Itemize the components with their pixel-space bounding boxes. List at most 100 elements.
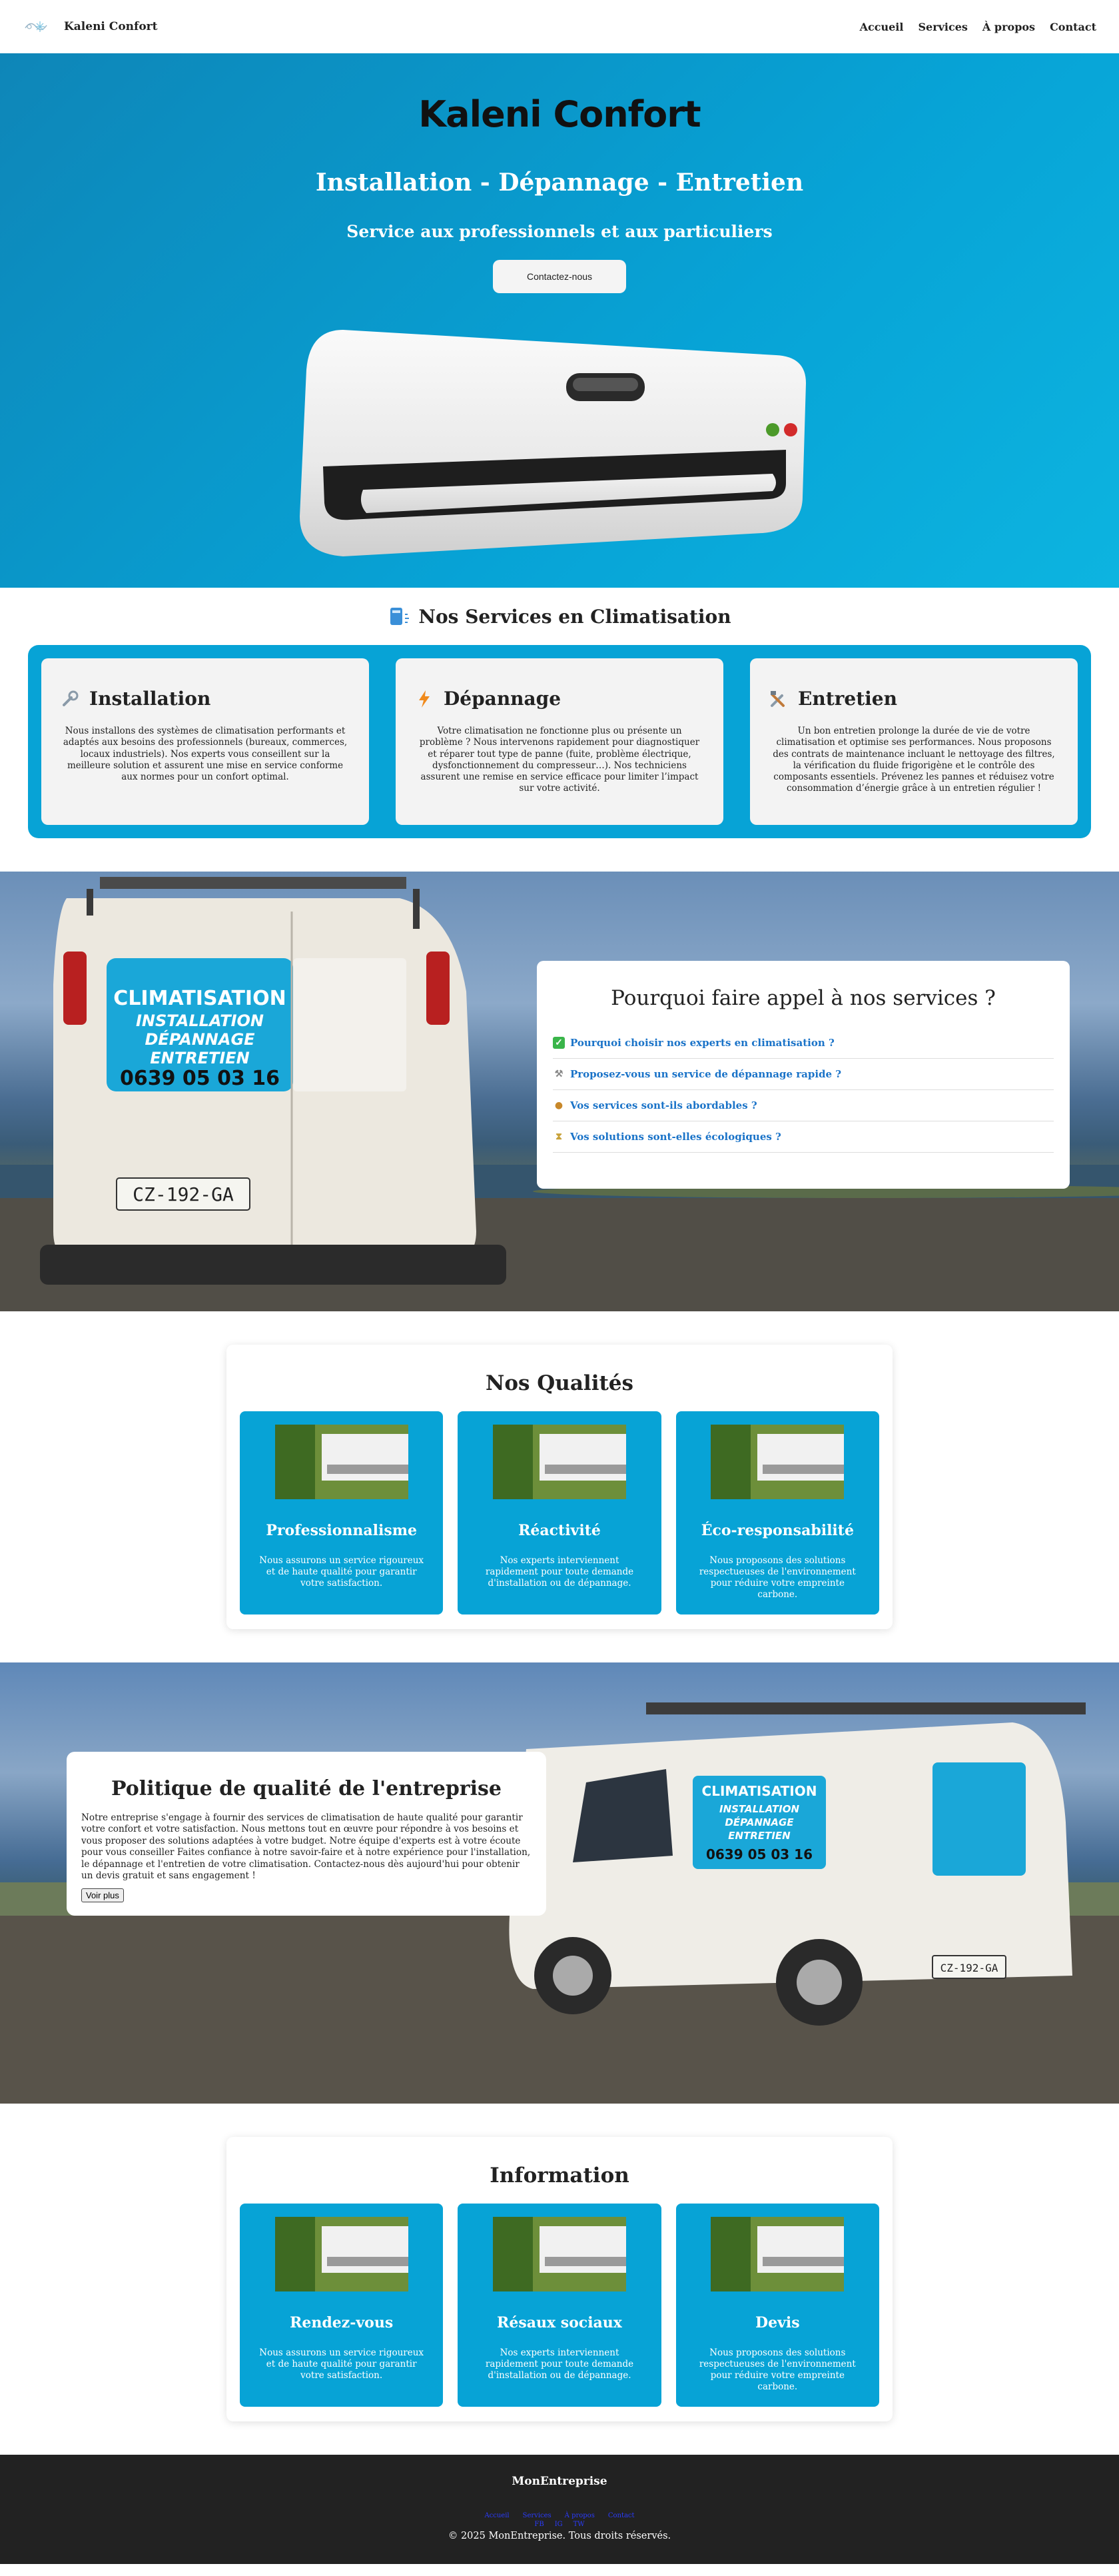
policy-section: CLIMATISATION INSTALLATION DÉPANNAGE ENT… bbox=[0, 1662, 1119, 2104]
faq-item-depannage[interactable]: ⚒ Proposez-vous un service de dépannage … bbox=[553, 1059, 1054, 1090]
quality-card: Éco-responsabilité Nous proposons des so… bbox=[675, 1411, 879, 1614]
info-card-rendez-vous[interactable]: Rendez-vous Nous assurons un service rig… bbox=[240, 2204, 444, 2407]
faq-question: Vos solutions sont-elles écologiques ? bbox=[570, 1131, 781, 1143]
ac-unit-photo bbox=[274, 2217, 408, 2291]
wrench-icon bbox=[63, 690, 79, 706]
services-section: Nos Services en Climatisation Installati… bbox=[0, 588, 1119, 872]
service-name: Dépannage bbox=[444, 688, 561, 710]
footer-social: FB IG TW bbox=[0, 2521, 1119, 2528]
van-text-installation: INSTALLATION bbox=[136, 1011, 264, 1030]
brand[interactable]: Kaleni Confort bbox=[23, 13, 158, 40]
van-text-climatisation: CLIMATISATION bbox=[113, 987, 286, 1010]
hero-subtitle: Installation - Dépannage - Entretien bbox=[315, 169, 804, 197]
footer-copyright: © 2025 MonEntreprise. Tous droits réserv… bbox=[448, 2531, 671, 2541]
footer-link-services[interactable]: Services bbox=[523, 2512, 552, 2519]
footer-brand: MonEntreprise bbox=[512, 2475, 607, 2488]
van-side-text-climatisation: CLIMATISATION bbox=[702, 1783, 817, 1799]
service-card-header: Dépannage bbox=[414, 688, 705, 710]
footer-link-a-propos[interactable]: À propos bbox=[565, 2512, 595, 2519]
faq-item-abordables[interactable]: ● Vos services sont-ils abordables ? bbox=[553, 1090, 1054, 1121]
service-card-entretien: Entretien Un bon entretien prolonge la d… bbox=[750, 658, 1078, 825]
service-card-depannage: Dépannage Votre climatisation ne fonctio… bbox=[396, 658, 723, 825]
main-nav: Accueil Services À propos Contact bbox=[860, 21, 1096, 33]
info-cards: Rendez-vous Nous assurons un service rig… bbox=[240, 2204, 879, 2407]
facebook-link[interactable]: FB bbox=[534, 2521, 544, 2528]
ac-unit-photo bbox=[711, 2217, 845, 2291]
info-name: Rendez-vous bbox=[290, 2314, 394, 2331]
navbar: Kaleni Confort Accueil Services À propos… bbox=[0, 0, 1119, 53]
info-text: Nous assurons un service rigoureux et de… bbox=[259, 2347, 424, 2381]
footer: MonEntreprise Accueil Services À propos … bbox=[0, 2455, 1119, 2564]
footer-link-accueil[interactable]: Accueil bbox=[484, 2512, 509, 2519]
info-text: Nos experts interviennent rapidement pou… bbox=[485, 2347, 634, 2381]
policy-title: Politique de qualité de l'entreprise bbox=[111, 1777, 502, 1800]
services-panel: Installation Nous installons des système… bbox=[28, 645, 1091, 838]
quality-card: Professionnalisme Nous assurons un servi… bbox=[240, 1411, 444, 1614]
services-title-text: Nos Services en Climatisation bbox=[418, 605, 731, 628]
air-conditioner-image bbox=[300, 330, 806, 556]
service-description: Un bon entretien prolonge la durée de vi… bbox=[773, 726, 1055, 794]
info-name: Résaux sociaux bbox=[497, 2314, 622, 2331]
logo-icon bbox=[25, 21, 47, 32]
services-title: Nos Services en Climatisation bbox=[0, 605, 1119, 628]
lightning-icon bbox=[419, 690, 430, 708]
tools-icon bbox=[771, 690, 785, 707]
qualities-title: Nos Qualités bbox=[486, 1371, 633, 1395]
quality-text: Nous assurons un service rigoureux et de… bbox=[259, 1555, 424, 1589]
van-text-phone: 0639 05 03 16 bbox=[120, 1067, 280, 1090]
ac-unit-photo bbox=[492, 2217, 626, 2291]
info-card-reseaux-sociaux[interactable]: Résaux sociaux Nos experts interviennent… bbox=[458, 2204, 661, 2407]
tools-icon: ⚒ bbox=[554, 1069, 563, 1079]
van-text-depannage: DÉPANNAGE bbox=[145, 1029, 255, 1049]
nav-link-services[interactable]: Services bbox=[918, 21, 967, 33]
van-side-text-entretien: ENTRETIEN bbox=[728, 1830, 791, 1842]
see-more-button[interactable]: Voir plus bbox=[81, 1888, 124, 1903]
faq-question: Vos services sont-ils abordables ? bbox=[570, 1099, 757, 1111]
instagram-link[interactable]: IG bbox=[555, 2521, 563, 2528]
faq-card: Pourquoi faire appel à nos services ? ✓ … bbox=[537, 961, 1070, 1189]
faq-item-ecologiques[interactable]: ⧗ Vos solutions sont-elles écologiques ? bbox=[553, 1121, 1054, 1153]
info-section: Information Rendez-vous Nous assurons un… bbox=[0, 2104, 1119, 2455]
nav-link-a-propos[interactable]: À propos bbox=[982, 21, 1035, 33]
contact-button[interactable]: Contactez-nous bbox=[493, 260, 626, 293]
quality-name: Réactivité bbox=[518, 1522, 601, 1539]
van-plate: CZ-192-GA bbox=[133, 1183, 234, 1205]
nav-link-contact[interactable]: Contact bbox=[1050, 21, 1096, 33]
nav-link-accueil[interactable]: Accueil bbox=[860, 21, 904, 33]
ac-unit-photo bbox=[274, 1425, 408, 1499]
quality-card: Réactivité Nos experts interviennent rap… bbox=[458, 1411, 661, 1614]
info-name: Devis bbox=[755, 2314, 800, 2331]
check-icon: ✓ bbox=[553, 1037, 565, 1049]
van-side-text-depannage: DÉPANNAGE bbox=[725, 1816, 794, 1828]
air-conditioner-icon bbox=[390, 608, 410, 625]
quality-name: Éco-responsabilité bbox=[701, 1522, 854, 1539]
hero-section: Kaleni Confort Installation - Dépannage … bbox=[0, 53, 1119, 588]
van-side-plate: CZ-192-GA bbox=[940, 1962, 998, 1974]
service-card-header: Entretien bbox=[769, 688, 1059, 710]
faq-question: Pourquoi choisir nos experts en climatis… bbox=[570, 1037, 835, 1049]
quality-text: Nos experts interviennent rapidement pou… bbox=[485, 1555, 634, 1589]
quality-name: Professionnalisme bbox=[266, 1522, 418, 1539]
info-text: Nous proposons des solutions respectueus… bbox=[699, 2347, 856, 2392]
info-panel: Information Rendez-vous Nous assurons un… bbox=[226, 2137, 893, 2421]
policy-card: Politique de qualité de l'entreprise Not… bbox=[67, 1752, 546, 1916]
info-title: Information bbox=[490, 2164, 629, 2188]
service-description: Votre climatisation ne fonctionne plus o… bbox=[419, 726, 700, 794]
quality-text: Nous proposons des solutions respectueus… bbox=[699, 1555, 856, 1600]
ac-unit-photo bbox=[711, 1425, 845, 1499]
twitter-link[interactable]: TW bbox=[573, 2521, 585, 2528]
qualities-cards: Professionnalisme Nous assurons un servi… bbox=[240, 1411, 879, 1614]
footer-link-contact[interactable]: Contact bbox=[608, 2512, 635, 2519]
money-icon: ● bbox=[554, 1100, 563, 1111]
hero-tagline: Service aux professionnels et aux partic… bbox=[346, 222, 773, 241]
footer-nav: Accueil Services À propos Contact bbox=[0, 2512, 1119, 2519]
ac-unit-photo bbox=[492, 1425, 626, 1499]
info-card-devis[interactable]: Devis Nous proposons des solutions respe… bbox=[675, 2204, 879, 2407]
hero-title: Kaleni Confort bbox=[418, 93, 701, 135]
faq-item-experts[interactable]: ✓ Pourquoi choisir nos experts en climat… bbox=[553, 1027, 1054, 1059]
van-side-text-installation: INSTALLATION bbox=[719, 1803, 799, 1815]
qualities-section: Nos Qualités Professionnalisme Nous assu… bbox=[0, 1311, 1119, 1662]
van-text-entretien: ENTRETIEN bbox=[150, 1049, 250, 1067]
faq-title: Pourquoi faire appel à nos services ? bbox=[611, 986, 996, 1010]
brand-name: Kaleni Confort bbox=[64, 20, 158, 33]
